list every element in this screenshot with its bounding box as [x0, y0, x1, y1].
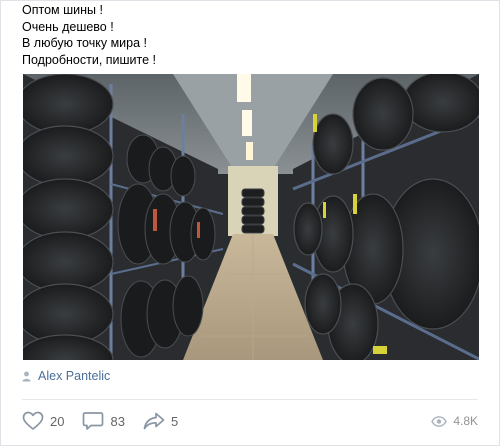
comment-button[interactable]: 83: [82, 411, 125, 431]
views-counter: 4.8K: [431, 414, 478, 428]
comment-icon: [83, 412, 104, 430]
author-name[interactable]: Alex Pantelic: [38, 369, 110, 383]
post-photo[interactable]: [23, 74, 479, 360]
post-text-line: В любую точку мира !: [22, 36, 147, 50]
post-author[interactable]: Alex Pantelic: [22, 369, 110, 383]
share-button[interactable]: 5: [143, 411, 178, 431]
tire-warehouse-illustration: [23, 74, 479, 360]
post-text: Оптом шины ! Очень дешево ! В любую точк…: [22, 2, 156, 68]
post-text-line: Очень дешево !: [22, 19, 114, 34]
eye-icon: [431, 415, 448, 427]
heart-icon: [22, 411, 44, 430]
post-divider: [22, 399, 478, 400]
post-text-line: Подробности, пишите !: [22, 52, 157, 67]
share-count: 5: [170, 413, 179, 429]
comment-count: 83: [110, 413, 125, 429]
post-text-line: Оптом шины !: [22, 3, 103, 17]
like-button[interactable]: 20: [22, 411, 64, 431]
like-count: 20: [50, 413, 65, 429]
wall-post: Оптом шины ! Очень дешево ! В любую точк…: [0, 0, 500, 446]
post-actions: 20 83 5: [22, 411, 196, 431]
views-count: 4.8K: [453, 414, 478, 428]
user-icon: [22, 371, 31, 381]
share-icon: [143, 412, 165, 430]
